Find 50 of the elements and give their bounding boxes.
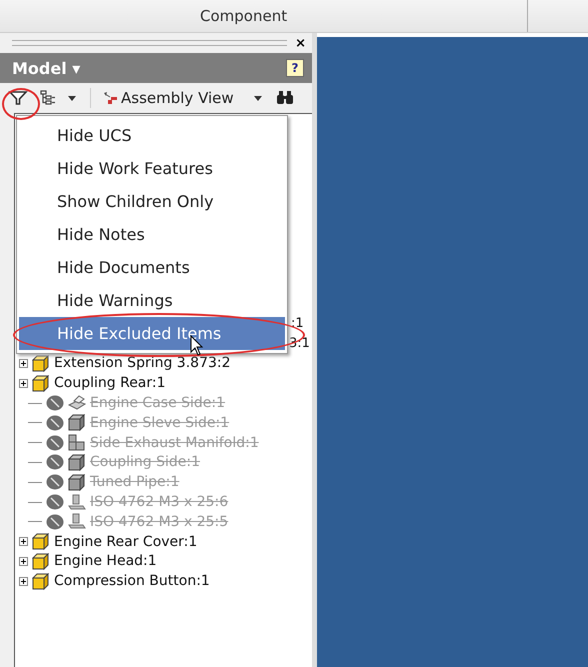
excluded-icon bbox=[46, 514, 64, 530]
blocks-icon bbox=[68, 434, 86, 452]
menu-item[interactable]: Hide Documents bbox=[19, 251, 285, 284]
highlight-ring bbox=[2, 88, 40, 120]
tree-item-label: 3:1 bbox=[289, 336, 310, 352]
expand-icon[interactable] bbox=[19, 378, 28, 388]
filter-icon[interactable] bbox=[8, 89, 28, 107]
tree-item-label[interactable]: Extension Spring 3.873:2 bbox=[54, 355, 231, 372]
expand-icon[interactable] bbox=[19, 537, 28, 546]
cube-icon bbox=[32, 552, 50, 570]
tree-item-label: :1 bbox=[291, 316, 304, 332]
tree-item-label[interactable]: Engine Head:1 bbox=[54, 553, 157, 570]
tree-item-label[interactable]: Coupling Rear:1 bbox=[54, 375, 166, 392]
cube-icon bbox=[32, 533, 50, 550]
help-button[interactable]: ? bbox=[286, 59, 304, 77]
expand-icon[interactable] bbox=[19, 576, 28, 586]
cube-icon bbox=[32, 374, 50, 392]
expand-icon[interactable] bbox=[19, 556, 28, 566]
excluded-icon bbox=[46, 395, 64, 412]
excluded-icon bbox=[46, 434, 64, 451]
cube-icon bbox=[68, 474, 86, 491]
tree-item-label[interactable]: Engine Rear Cover:1 bbox=[54, 534, 198, 550]
excluded-icon bbox=[46, 494, 64, 510]
close-button[interactable]: × bbox=[295, 36, 306, 50]
bolt-icon bbox=[68, 513, 86, 530]
assembly-icon bbox=[103, 91, 119, 105]
excluded-icon bbox=[46, 414, 64, 431]
cube-icon bbox=[68, 414, 86, 432]
cube-icon bbox=[68, 454, 86, 471]
tree-item-label[interactable]: Compression Button:1 bbox=[54, 573, 210, 590]
excluded-icon bbox=[46, 474, 64, 490]
menu-item[interactable]: Hide Notes bbox=[19, 218, 285, 251]
menu-item[interactable]: Hide Warnings bbox=[19, 284, 285, 317]
header-title: Component bbox=[200, 7, 288, 25]
menu-item[interactable]: Hide Excluded Items bbox=[19, 317, 285, 350]
menu-item[interactable]: Hide Work Features bbox=[19, 152, 285, 185]
assembly-view-button[interactable]: Assembly View bbox=[103, 89, 234, 107]
caret-icon[interactable] bbox=[254, 96, 262, 100]
cube-icon bbox=[32, 354, 50, 372]
sheet-part-icon bbox=[68, 394, 86, 412]
binoculars-icon[interactable] bbox=[276, 91, 294, 105]
cube-icon bbox=[32, 572, 50, 590]
menu-item[interactable]: Hide UCS bbox=[19, 119, 285, 152]
panel-title[interactable]: Model ▾ bbox=[12, 58, 80, 78]
menu-item[interactable]: Show Children Only bbox=[19, 185, 285, 218]
expand-icon[interactable] bbox=[19, 358, 28, 368]
bolt-icon bbox=[68, 494, 86, 511]
excluded-icon bbox=[46, 454, 64, 470]
tree-view-icon[interactable] bbox=[40, 90, 56, 106]
caret-icon[interactable] bbox=[68, 96, 76, 100]
